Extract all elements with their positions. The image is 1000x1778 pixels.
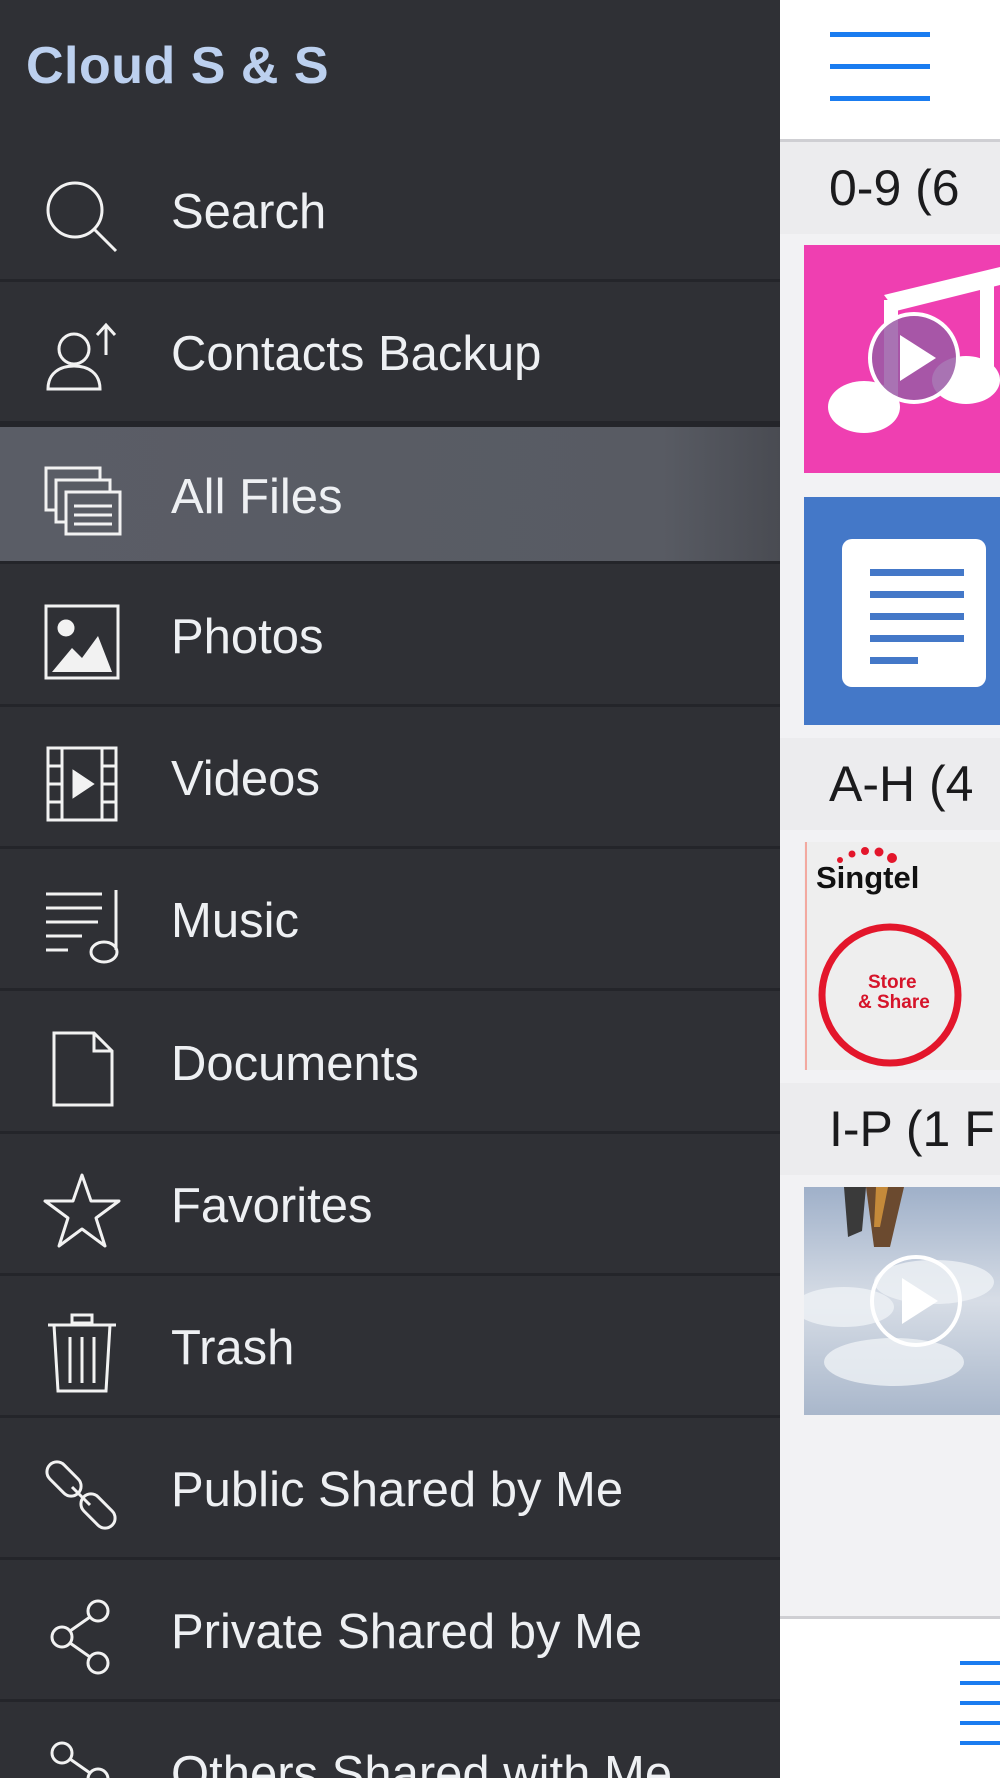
singtel-logo-text: Singtel (816, 860, 920, 895)
section-header: I-P (1 F (780, 1083, 1000, 1175)
menu-item-documents[interactable]: Documents (0, 994, 780, 1134)
store-share-text-line2: & Share (858, 992, 930, 1013)
search-icon (42, 177, 122, 257)
menu-item-all-files[interactable]: All Files (0, 424, 780, 564)
music-file-thumbnail[interactable] (804, 245, 1000, 473)
menu-item-contacts-backup[interactable]: Contacts Backup (0, 284, 780, 424)
hamburger-menu-icon[interactable] (830, 32, 930, 102)
star-icon (42, 1171, 122, 1251)
menu-item-label: Trash (171, 1321, 295, 1375)
menu-item-label: Private Shared by Me (171, 1605, 643, 1659)
menu-item-label: Contacts Backup (171, 327, 542, 381)
document-file-thumbnail[interactable] (804, 497, 1000, 725)
menu-item-public-shared[interactable]: Public Shared by Me (0, 1420, 780, 1560)
section-header: A-H (4 (780, 738, 1000, 830)
menu-item-label: Videos (171, 752, 320, 806)
menu-item-others-shared[interactable]: Others Shared with Me (0, 1704, 780, 1778)
menu-item-photos[interactable]: Photos (0, 567, 780, 707)
menu-item-favorites[interactable]: Favorites (0, 1136, 780, 1276)
menu-item-private-shared[interactable]: Private Shared by Me (0, 1562, 780, 1702)
menu-item-label: Favorites (171, 1179, 373, 1233)
link-icon (42, 1455, 122, 1535)
menu-item-videos[interactable]: Videos (0, 709, 780, 849)
shared-with-me-icon (42, 1739, 122, 1778)
menu-item-label: Public Shared by Me (171, 1463, 624, 1517)
list-view-icon[interactable] (960, 1659, 1000, 1749)
trash-icon (42, 1313, 122, 1393)
menu-item-search[interactable]: Search (0, 142, 780, 282)
menu-item-label: Others Shared with Me (171, 1747, 673, 1778)
app-title: Cloud S & S (26, 37, 330, 95)
menu-item-label: Photos (171, 610, 324, 664)
all-files-icon (42, 462, 122, 542)
file-list-panel: 0-9 (6 A-H (4 Singtel Store & Share I-P … (780, 0, 1000, 1778)
menu-item-label: All Files (171, 470, 343, 524)
menu-item-trash[interactable]: Trash (0, 1278, 780, 1418)
photo-icon (42, 602, 122, 682)
menu-item-music[interactable]: Music (0, 851, 780, 991)
music-icon (42, 886, 122, 966)
document-icon (42, 1029, 122, 1109)
menu-item-label: Documents (171, 1037, 419, 1091)
singtel-image-thumbnail[interactable]: Singtel Store & Share (804, 842, 1000, 1070)
film-icon (42, 744, 122, 824)
section-header: 0-9 (6 (780, 142, 1000, 234)
store-share-text-line1: Store (868, 972, 917, 993)
top-bar (780, 0, 1000, 142)
menu-item-label: Music (171, 894, 299, 948)
video-file-thumbnail[interactable] (804, 1187, 1000, 1415)
side-drawer: Cloud S & S Search Contacts Backup All F… (0, 0, 780, 1778)
share-icon (42, 1597, 122, 1677)
contacts-backup-icon (42, 319, 122, 399)
menu-item-label: Search (171, 185, 327, 239)
bottom-bar (780, 1616, 1000, 1778)
